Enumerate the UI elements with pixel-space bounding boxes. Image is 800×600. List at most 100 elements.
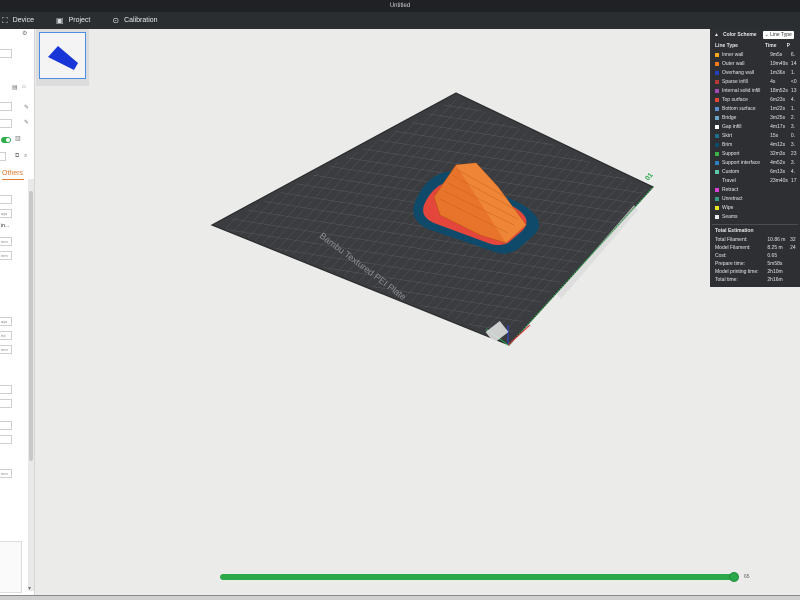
left-settings-sidebar: ⚙ ⌂ ▤ ✎ ✎ ▥ ⧉ ⌕ Others ays in... mm mm a… [0,29,35,595]
legend-time: 4m17s [770,123,786,130]
legend-title: Color Scheme [722,31,757,38]
device-tab-label: Device [12,17,35,24]
total-label: Total Filament: [715,237,748,243]
sidebar-field[interactable]: mm [0,251,12,260]
settings-gear-icon[interactable]: ⚙ [22,30,27,37]
sidebar-field[interactable] [0,421,12,430]
sidebar-field[interactable]: ays [0,317,12,326]
status-bar [0,595,800,600]
legend-swatch [715,142,719,147]
calibration-icon: ⊙ [112,16,120,25]
printer-icon[interactable]: ▤ [12,84,18,91]
sidebar-field[interactable] [0,49,12,58]
legend-row[interactable]: Top surface 6m23s 4. [710,95,800,104]
sidebar-field[interactable] [0,435,12,444]
total-value: 10.86 m [767,237,786,243]
sidebar-field[interactable]: mm [0,345,12,354]
legend-time: 32m3s [770,150,786,157]
legend-row[interactable]: Overhang wall 1m36s 1. [710,68,800,77]
legend-time: 4m12s [770,141,786,148]
sidebar-field[interactable] [0,119,12,128]
total-label: Model printing time: [715,269,759,275]
total-value: 5m58s [767,261,783,267]
legend-header[interactable]: ▲ Color Scheme ⌄ Line Type [710,29,800,40]
legend-swatch [715,61,719,66]
total-row: Total Filament: 10.86 m 32 [710,236,800,244]
legend-time: 6m13s [770,168,786,175]
sidebar-field[interactable]: ed [0,331,12,340]
3d-viewport[interactable]: Bambu Textured PEI Plate 01 [36,29,800,595]
view-mode-select[interactable]: ⌄ Line Type [762,30,794,39]
sidebar-text-box[interactable] [0,541,22,593]
legend-row[interactable]: Brim 4m12s 3. [710,140,800,149]
legend-line-type: Sparse infill [722,78,748,85]
legend-row[interactable]: Travel 23m40s 17 [710,176,800,185]
layer-progress-track[interactable] [220,574,735,580]
device-tab[interactable]: ⛶ Device [2,16,34,26]
sidebar-field[interactable] [0,385,12,394]
legend-line-type: Skirt [722,132,732,139]
legend-line-type: Inner wall [722,51,744,58]
sidebar-field[interactable] [0,195,12,204]
sidebar-field[interactable] [0,399,12,408]
legend-row[interactable]: Gap infill 4m17s 3. [710,122,800,131]
legend-swatch [715,79,719,84]
legend-row[interactable]: Custom 6m13s 4. [710,167,800,176]
legend-swatch [715,97,719,102]
legend-line-type: Retract [722,186,739,193]
legend-row[interactable]: Sparse infill 4s <0 [710,77,800,86]
legend-row[interactable]: Skirt 15s 0. [710,131,800,140]
tab-others-underline [2,179,24,180]
compare-icon[interactable]: ▥ [15,135,21,142]
edit-icon[interactable]: ✎ [24,119,29,126]
tab-others[interactable]: Others [2,170,23,177]
legend-swatch [715,133,719,138]
legend-row[interactable]: Unretract [710,194,800,203]
sidebar-field[interactable]: ays [0,209,12,218]
sidebar-field[interactable]: mm [0,469,12,478]
legend-row[interactable]: Internal solid infill 18m52s 13 [710,86,800,95]
legend-row[interactable]: Bridge 3m25s 2. [710,113,800,122]
legend-percent: 1. [790,69,796,76]
sidebar-field[interactable]: mm [0,237,12,246]
legend-swatch [715,115,719,120]
legend-time: 18m52s [770,87,788,94]
legend-row[interactable]: Support interface 4m52s 3. [710,158,800,167]
plate-thumbnail[interactable] [39,32,86,79]
legend-row[interactable]: Support 32m3s 23 [710,149,800,158]
search-icon[interactable]: ⌕ [24,153,27,160]
sidebar-field[interactable] [0,152,6,161]
setting-toggle[interactable] [1,137,11,143]
legend-row[interactable]: Inner wall 9m5s 6. [710,50,800,59]
calibration-tab[interactable]: ⊙ Calibration [112,16,157,25]
legend-time: 23m40s [770,177,788,184]
total-label: Model Filament: [715,245,751,251]
legend-percent: 3. [790,159,796,166]
legend-line-type: Wipe [722,204,734,211]
legend-swatch [715,169,719,174]
layer-progress-knob[interactable] [729,572,739,582]
legend-line-type: Unretract [722,195,743,202]
project-tab[interactable]: ▣ Project [56,16,90,25]
device-icon: ⛶ [2,15,8,25]
layers-icon[interactable]: ⧉ [15,153,19,160]
column-line-type: Line Type [715,43,738,49]
legend-percent: 1. [790,105,796,112]
edit-icon[interactable]: ✎ [24,104,29,111]
collapse-arrow-icon[interactable]: ▲ [714,32,719,38]
total-label: Cost: [715,253,727,259]
filament-icon[interactable]: ⌂ [22,84,26,90]
scrollbar-thumb[interactable] [29,191,33,461]
scroll-down-icon[interactable]: ▾ [28,585,31,592]
legend-row[interactable]: Wipe [710,203,800,212]
total-estimation-title: Total Estimation [715,228,754,234]
legend-row[interactable]: Outer wall 19m49s 14 [710,59,800,68]
legend-time: 19m49s [770,60,788,67]
legend-row[interactable]: Retract [710,185,800,194]
sidebar-scrollbar[interactable] [28,179,34,591]
legend-row[interactable]: Bottom surface 1m22s 1. [710,104,800,113]
legend-line-type: Top surface [722,96,748,103]
sidebar-field[interactable] [0,102,12,111]
legend-row[interactable]: Seams [710,212,800,221]
legend-swatch [715,214,719,219]
